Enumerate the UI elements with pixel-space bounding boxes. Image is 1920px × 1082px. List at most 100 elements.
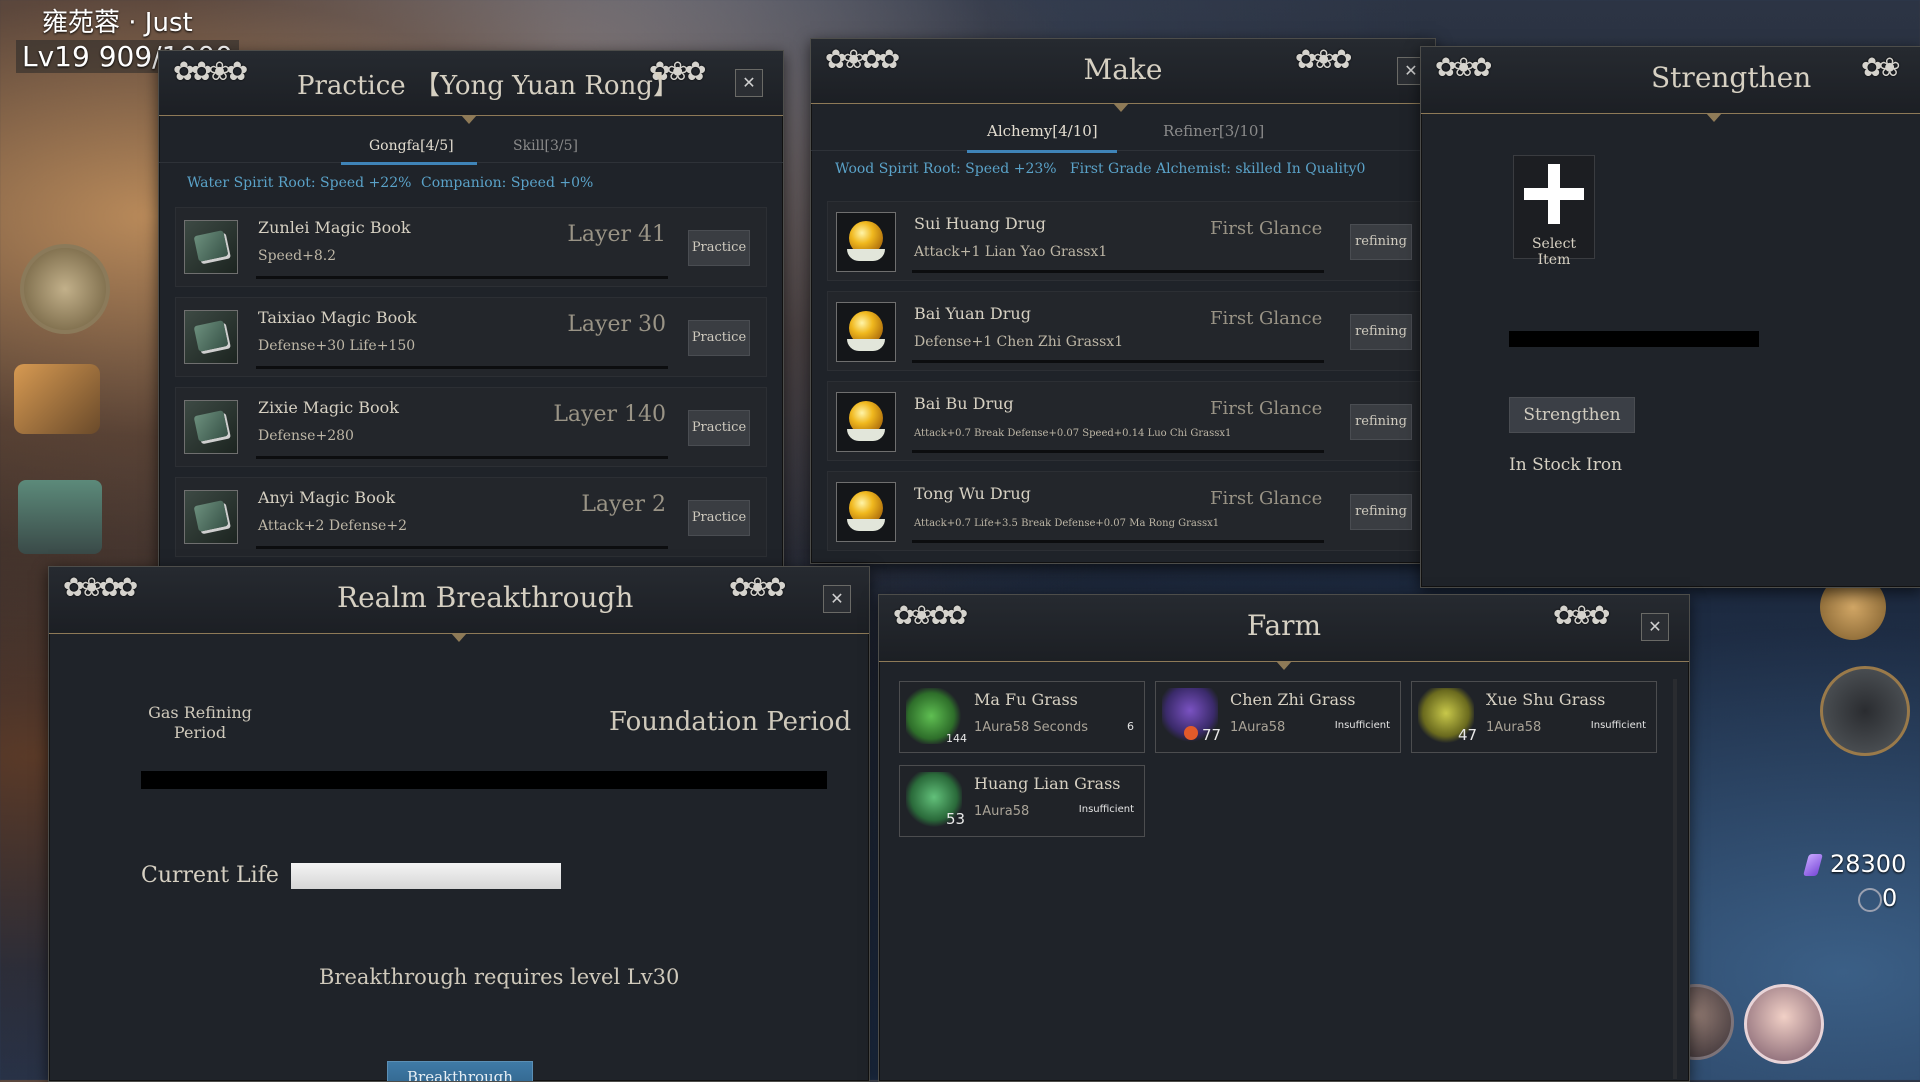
book-name: Zunlei Magic Book — [258, 218, 411, 237]
refining-button[interactable]: refining — [1350, 314, 1412, 350]
current-life-label: Current Life — [141, 863, 279, 888]
select-item-slot[interactable]: Select Item — [1513, 155, 1595, 268]
make-tabs: Alchemy[4/10] Refiner[3/10] — [811, 104, 1435, 153]
progress-bar — [256, 276, 668, 279]
flower-ornament-icon: ✿❀✿✿ — [63, 573, 138, 603]
book-level: Layer 30 — [567, 312, 666, 337]
practice-close-button[interactable]: ✕ — [735, 69, 763, 97]
farm-plot[interactable]: 144 Ma Fu Grass 1Aura58 Seconds 6 — [899, 681, 1145, 753]
drug-effect: Attack+0.7 Life+3.5 Break Defense+0.07 M… — [914, 518, 1220, 529]
realm-panel: ✿❀✿✿ ✿❀✿ Realm Breakthrough ✕ Gas Refini… — [48, 566, 870, 1082]
book-effect: Defense+30 Life+150 — [258, 338, 416, 354]
herb-name: Xue Shu Grass — [1486, 690, 1606, 709]
flower-ornament-icon: ✿✿❀✿ — [173, 57, 248, 87]
herb-aura: 1Aura58 — [1230, 720, 1286, 735]
farm-plot[interactable]: 53 Huang Lian Grass 1Aura58 Insufficient — [899, 765, 1145, 837]
progress-bar — [912, 450, 1324, 453]
practice-button[interactable]: Practice — [688, 230, 750, 266]
book-level: Layer 140 — [553, 402, 666, 427]
tab-skill[interactable]: Skill[3/5] — [513, 138, 578, 154]
refining-button[interactable]: refining — [1350, 224, 1412, 260]
strengthen-header: ✿❀✿ ✿❀ Strengthen — [1421, 47, 1920, 122]
herb-count: 53 — [946, 810, 966, 828]
strengthen-button[interactable]: Strengthen — [1509, 397, 1635, 433]
swords-icon[interactable] — [20, 244, 110, 334]
avatar[interactable] — [1744, 984, 1824, 1064]
current-stage: Gas Refining Period — [148, 703, 252, 742]
magic-book-icon — [184, 400, 238, 454]
portrait-scroll-icon[interactable] — [14, 364, 100, 434]
farm-plot[interactable]: 47 Xue Shu Grass 1Aura58 Insufficient — [1411, 681, 1657, 753]
herb-name: Huang Lian Grass — [974, 774, 1121, 793]
tab-gongfa[interactable]: Gongfa[4/5] — [369, 138, 454, 154]
realm-header: ✿❀✿✿ ✿❀✿ Realm Breakthrough ✕ — [49, 567, 869, 642]
drug-row: Bai Yuan Drug Defense+1 Chen Zhi Grassx1… — [827, 291, 1421, 371]
herb-count: 144 — [946, 732, 967, 745]
practice-button[interactable]: Practice — [688, 320, 750, 356]
herb-aura: 1Aura58 — [1486, 720, 1542, 735]
herb-status: Insufficient — [1334, 720, 1390, 731]
practice-button[interactable]: Practice — [688, 500, 750, 536]
requirement-text: Breakthrough requires level Lv30 — [319, 965, 680, 989]
strengthen-title: Strengthen — [1651, 61, 1812, 94]
magic-book-icon — [184, 310, 238, 364]
drug-effect: Attack+0.7 Break Defense+0.07 Speed+0.14… — [914, 428, 1232, 439]
fruit-icon — [1184, 726, 1198, 740]
practice-row: Taixiao Magic Book Defense+30 Life+150 L… — [175, 297, 767, 377]
refining-button[interactable]: refining — [1350, 494, 1412, 530]
book-name: Taixiao Magic Book — [258, 308, 417, 327]
practice-tabs: Gongfa[4/5] Skill[3/5] — [159, 116, 783, 165]
herb-aura: 1Aura58 Seconds — [974, 720, 1089, 735]
practice-button[interactable]: Practice — [688, 410, 750, 446]
drug-row: Bai Bu Drug Attack+0.7 Break Defense+0.0… — [827, 381, 1421, 461]
flower-ornament-icon: ✿❀✿ — [1435, 53, 1492, 83]
drug-pill-icon — [836, 212, 896, 272]
tab-underline — [341, 162, 477, 165]
drug-grade: First Glance — [1210, 398, 1323, 419]
pavilion-icon[interactable] — [18, 480, 102, 554]
herb-status: Insufficient — [1590, 720, 1646, 731]
tab-alchemy[interactable]: Alchemy[4/10] — [987, 122, 1098, 140]
life-bar — [291, 863, 561, 889]
make-header: ✿❀✿✿ ✿❀✿ Make ✕ — [811, 39, 1435, 112]
progress-bar — [256, 456, 668, 459]
herb-status: Insufficient — [1078, 804, 1134, 815]
herb-name: Ma Fu Grass — [974, 690, 1078, 709]
farm-panel: ✿❀✿✿ ✿❀✿ Farm ✕ 144 Ma Fu Grass 1Aura58 … — [878, 594, 1690, 1082]
breakthrough-button[interactable]: Breakthrough — [387, 1061, 533, 1081]
farm-scrollbar[interactable] — [1673, 679, 1677, 1079]
drug-pill-icon — [836, 482, 896, 542]
practice-panel: ✿✿❀✿ ✿❀✿ Practice 【Yong Yuan Rong】 ✕ Gon… — [158, 50, 784, 572]
companion-stat: Companion: Speed +0% — [421, 175, 594, 191]
drug-row: Sui Huang Drug Attack+1 Lian Yao Grassx1… — [827, 201, 1421, 281]
drug-name: Tong Wu Drug — [914, 484, 1031, 503]
farm-plot[interactable]: 77 Chen Zhi Grass 1Aura58 Insufficient — [1155, 681, 1401, 753]
magic-book-icon — [184, 220, 238, 274]
gem-count: 28300 — [1830, 850, 1907, 878]
drug-name: Bai Yuan Drug — [914, 304, 1031, 323]
in-stock-label: In Stock Iron — [1509, 455, 1623, 475]
book-level: Layer 41 — [567, 222, 666, 247]
progress-bar — [256, 546, 668, 549]
player-name: 雍苑蓉 · Just — [42, 8, 193, 38]
farm-header: ✿❀✿✿ ✿❀✿ Farm ✕ — [879, 595, 1689, 670]
realm-close-button[interactable]: ✕ — [823, 585, 851, 613]
herb-count: 47 — [1458, 726, 1478, 744]
practice-row: Zixie Magic Book Defense+280 Layer 140 P… — [175, 387, 767, 467]
drug-effect: Defense+1 Chen Zhi Grassx1 — [914, 334, 1124, 350]
tab-underline — [967, 150, 1117, 153]
refining-button[interactable]: refining — [1350, 404, 1412, 440]
pirate-flag-icon[interactable] — [1820, 666, 1910, 756]
spirit-count: 0 — [1882, 884, 1898, 912]
book-effect: Speed+8.2 — [258, 248, 337, 264]
make-panel: ✿❀✿✿ ✿❀✿ Make ✕ Alchemy[4/10] Refiner[3/… — [810, 38, 1436, 564]
strengthen-progress-bar — [1509, 331, 1759, 347]
strengthen-panel: ✿❀✿ ✿❀ Strengthen Select Item Strengthen… — [1420, 46, 1920, 588]
farm-title: Farm — [1246, 609, 1322, 642]
header-caret — [451, 633, 467, 642]
alchemy-stat: Wood Spirit Root: Speed +23% First Grade… — [835, 161, 1366, 177]
water-root-stat: Water Spirit Root: Speed +22% — [187, 175, 412, 191]
tab-refiner[interactable]: Refiner[3/10] — [1163, 122, 1264, 140]
farm-close-button[interactable]: ✕ — [1641, 613, 1669, 641]
practice-header: ✿✿❀✿ ✿❀✿ Practice 【Yong Yuan Rong】 ✕ — [159, 51, 783, 124]
